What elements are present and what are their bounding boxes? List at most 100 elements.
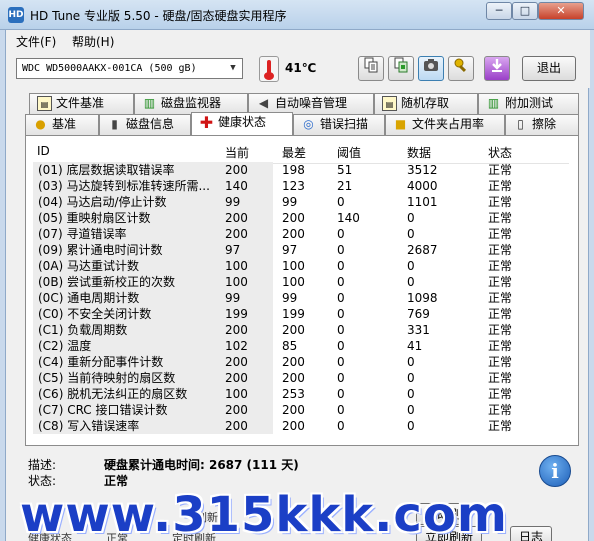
table-row[interactable]: (C6) 脱机无法纠正的扇区数 100 253 0 0 正常: [33, 386, 569, 402]
header-data[interactable]: 数据: [407, 144, 431, 161]
header-status[interactable]: 状态: [488, 144, 512, 161]
document-icon: ▤: [37, 96, 52, 111]
threshold-value: 0: [337, 371, 345, 385]
tab-benchmark[interactable]: ● 基准: [25, 114, 99, 135]
table-row[interactable]: (09) 累计通电时间计数 97 97 0 2687 正常: [33, 242, 569, 258]
status-value: 正常: [488, 307, 513, 321]
worst-value: 99: [282, 195, 298, 209]
table-row[interactable]: (0C) 通电周期计数 99 99 0 1098 正常: [33, 290, 569, 306]
magnifier-icon: ◎: [303, 117, 314, 131]
maximize-button[interactable]: □: [512, 2, 538, 20]
bar-chart-icon: ▥: [143, 96, 156, 110]
table-row[interactable]: (0A) 马达重试计数 100 100 0 0 正常: [33, 258, 569, 274]
threshold-value: 0: [337, 419, 345, 433]
tab-disk-monitor[interactable]: ▥ 磁盘监视器: [134, 93, 248, 114]
exit-button[interactable]: 退出: [522, 56, 576, 81]
info-icon[interactable]: i: [539, 455, 571, 487]
table-row[interactable]: (C7) CRC 接口错误计数 200 200 0 0 正常: [33, 402, 569, 418]
current-value: 200: [219, 322, 273, 338]
threshold-value: 140: [337, 211, 360, 225]
smart-attribute-id: (C7) CRC 接口错误计数: [33, 402, 219, 418]
status-value: 正常: [488, 227, 513, 241]
worst-value: 200: [282, 323, 305, 337]
table-row[interactable]: (C8) 写入错误速率 200 200 0 0 正常: [33, 418, 569, 434]
header-threshold[interactable]: 阈值: [337, 144, 361, 161]
document-icon: ▤: [382, 96, 397, 111]
worst-value: 200: [282, 403, 305, 417]
close-button[interactable]: ✕: [538, 2, 584, 20]
tools-icon[interactable]: [448, 56, 474, 81]
minimize-button[interactable]: ─: [486, 2, 512, 20]
threshold-value: 0: [337, 403, 345, 417]
table-row[interactable]: (04) 马达启动/停止计数 99 99 0 1101 正常: [33, 194, 569, 210]
threshold-value: 0: [337, 275, 345, 289]
table-row[interactable]: (03) 马达旋转到标准转速所需... 140 123 21 4000 正常: [33, 178, 569, 194]
tab-health[interactable]: ✚ 健康状态: [191, 112, 293, 135]
table-row[interactable]: (C2) 温度 102 85 0 41 正常: [33, 338, 569, 354]
tab-label: 磁盘信息: [126, 117, 175, 131]
camera-icon[interactable]: [418, 56, 444, 81]
table-row[interactable]: (05) 重映射扇区计数 200 200 140 0 正常: [33, 210, 569, 226]
bar-chart-icon: ▥: [487, 96, 500, 110]
status-value: 正常: [488, 275, 513, 289]
table-row[interactable]: (C0) 不安全关闭计数 199 199 0 769 正常: [33, 306, 569, 322]
status-value: 正常: [488, 339, 513, 353]
smart-table: ID 当前 最差 阈值 数据 状态 (01) 底层数据读取错误率 200 198 51…: [25, 135, 579, 446]
current-value: 199: [219, 306, 273, 322]
table-row[interactable]: (01) 底层数据读取错误率 200 198 51 3512 正常: [33, 162, 569, 178]
header-id[interactable]: ID: [37, 144, 50, 158]
copy-text-icon[interactable]: [358, 56, 384, 81]
threshold-value: 0: [337, 355, 345, 369]
threshold-value: 0: [337, 195, 345, 209]
menu-file[interactable]: 文件(F): [16, 33, 56, 50]
copy-screenshot-icon[interactable]: [388, 56, 414, 81]
header-current[interactable]: 当前: [225, 144, 249, 161]
table-row[interactable]: (07) 寻道错误率 200 200 0 0 正常: [33, 226, 569, 242]
tab-label: 随机存取: [401, 96, 450, 110]
tab-file-benchmark[interactable]: ▤ 文件基准: [29, 93, 134, 114]
current-value: 100: [219, 386, 273, 402]
drive-select-value: WDC WD5000AAKX-001CA (500 gB): [22, 63, 197, 74]
smart-attribute-id: (01) 底层数据读取错误率: [33, 162, 219, 178]
status-value: 正常: [488, 419, 513, 433]
tab-extra-tests[interactable]: ▥ 附加测试: [478, 93, 579, 114]
raw-data-value: 0: [407, 227, 415, 241]
status-value: 正常: [488, 291, 513, 305]
menu-help[interactable]: 帮助(H): [72, 33, 114, 50]
tab-disk-info[interactable]: ▮ 磁盘信息: [99, 114, 191, 135]
tab-random-access[interactable]: ▤ 随机存取: [374, 93, 478, 114]
threshold-value: 0: [337, 227, 345, 241]
current-value: 200: [219, 354, 273, 370]
tab-error-scan[interactable]: ◎ 错误扫描: [293, 114, 385, 135]
raw-data-value: 0: [407, 259, 415, 273]
status-value: 正常: [488, 387, 513, 401]
log-button[interactable]: 日志: [510, 526, 553, 541]
worst-value: 99: [282, 291, 298, 305]
tab-folder-usage[interactable]: ■ 文件夹占用率: [385, 114, 505, 135]
table-row[interactable]: (0B) 尝试重新校正的次数 100 100 0 0 正常: [33, 274, 569, 290]
smart-attribute-id: (0A) 马达重试计数: [33, 258, 219, 274]
status-value: 正常: [488, 195, 513, 209]
drive-select[interactable]: WDC WD5000AAKX-001CA (500 gB) ▼: [16, 58, 243, 79]
tab-noise-management[interactable]: ◀ 自动噪音管理: [248, 93, 374, 114]
raw-data-value: 4000: [407, 179, 438, 193]
table-row[interactable]: (C5) 当前待映射的扇区数 200 200 0 0 正常: [33, 370, 569, 386]
download-icon[interactable]: [484, 56, 510, 81]
table-row[interactable]: (C4) 重新分配事件计数 200 200 0 0 正常: [33, 354, 569, 370]
folder-icon: ■: [394, 117, 407, 131]
smart-attribute-id: (C5) 当前待映射的扇区数: [33, 370, 219, 386]
tab-label: 文件基准: [56, 96, 105, 110]
worst-value: 123: [282, 179, 305, 193]
tab-erase[interactable]: ▯ 擦除: [505, 114, 579, 135]
window-title: HD Tune 专业版 5.50 - 硬盘/固态硬盘实用程序: [30, 9, 287, 23]
raw-data-value: 331: [407, 323, 430, 337]
worst-value: 198: [282, 163, 305, 177]
chevron-down-icon[interactable]: ▼: [226, 61, 240, 76]
header-worst[interactable]: 最差: [282, 144, 306, 161]
worst-value: 200: [282, 419, 305, 433]
raw-data-value: 0: [407, 403, 415, 417]
thermometer-icon: [259, 56, 279, 82]
table-row[interactable]: (C1) 负载周期数 200 200 0 331 正常: [33, 322, 569, 338]
threshold-value: 21: [337, 179, 353, 193]
worst-value: 100: [282, 259, 305, 273]
